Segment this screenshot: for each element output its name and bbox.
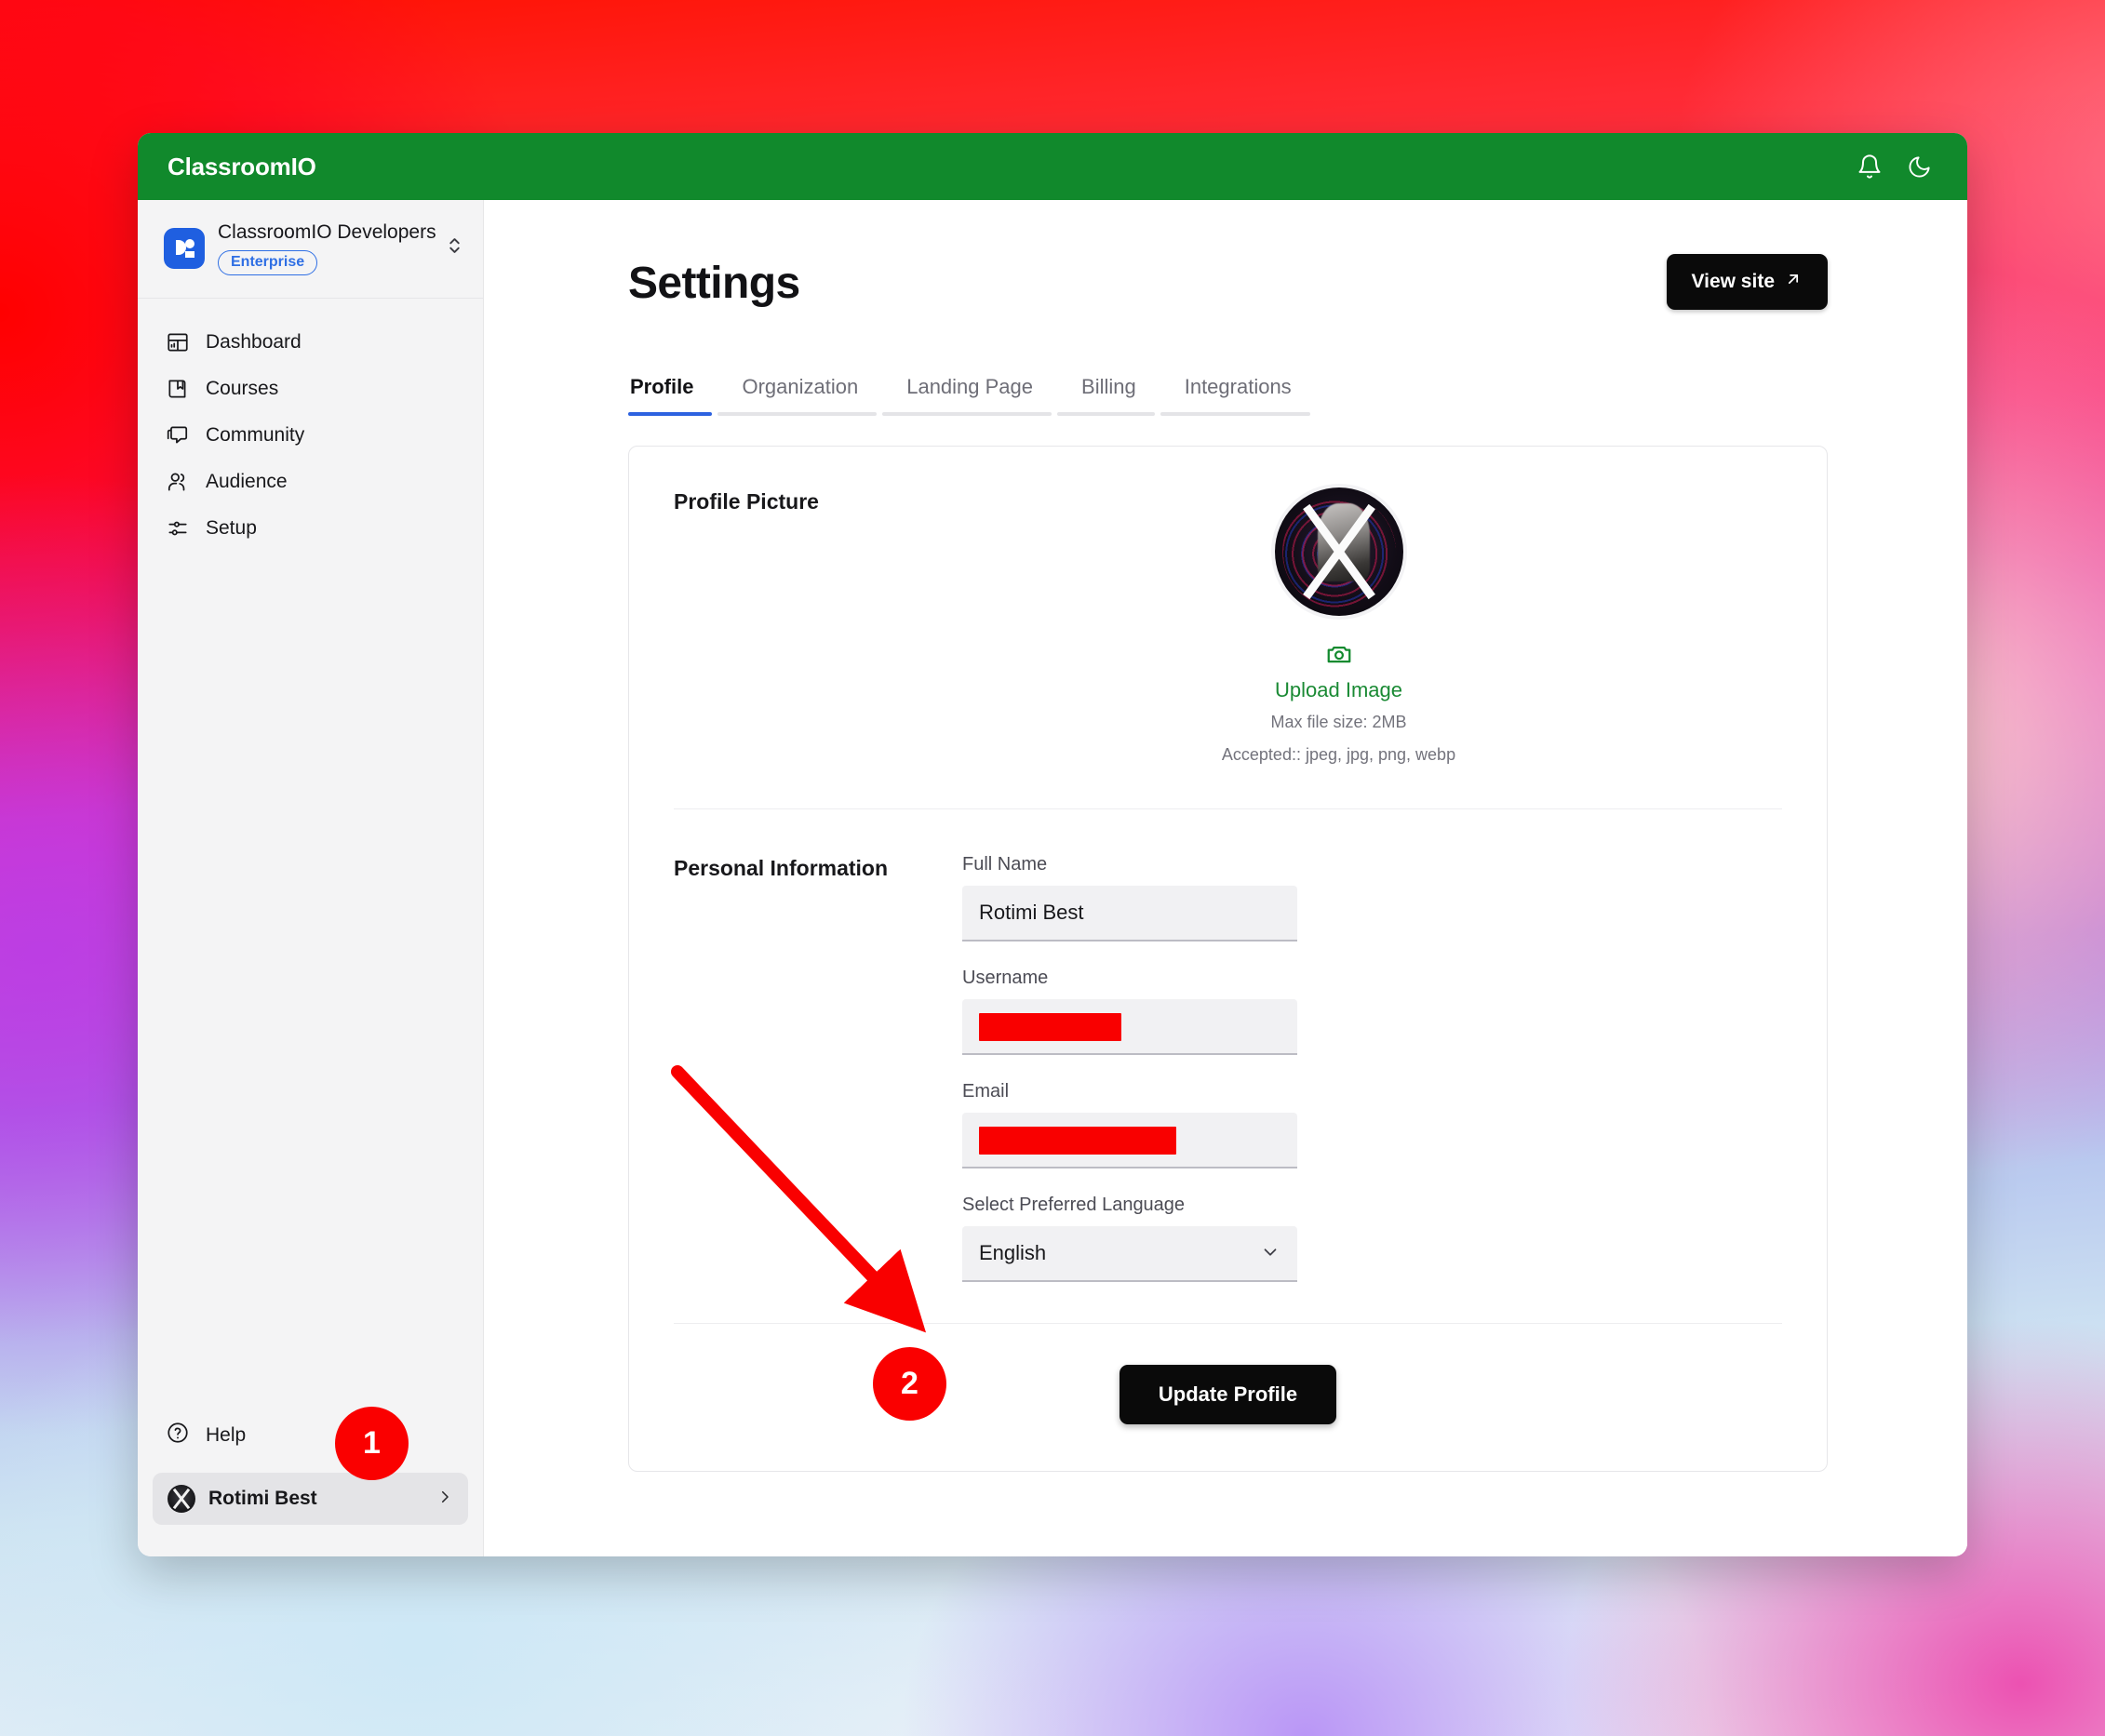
book-icon <box>166 377 190 401</box>
dashboard-icon <box>166 330 190 354</box>
sidebar-nav: Dashboard Courses Community Audience Set… <box>138 299 483 552</box>
sidebar-item-label: Dashboard <box>206 331 302 354</box>
profile-picture-title: Profile Picture <box>674 489 819 514</box>
sidebar-item-label: Audience <box>206 471 288 493</box>
view-site-label: View site <box>1691 271 1776 292</box>
username-label: Username <box>962 968 1049 988</box>
app-window: ClassroomIO ClassroomIO Developers Enter… <box>138 133 1967 1556</box>
settings-tabs: Profile Organization Landing Page Billin… <box>628 375 1828 416</box>
sidebar-item-label: Community <box>206 424 305 447</box>
profile-settings-card: Profile Picture Upload Image Max file si… <box>628 446 1828 1472</box>
username-input-wrap <box>962 999 1297 1055</box>
profile-picture-section: Profile Picture Upload Image Max file si… <box>674 487 1782 808</box>
username-field-group: Username <box>962 968 1297 1055</box>
classroomio-org-logo-icon <box>164 227 205 269</box>
tab-underline <box>882 412 1052 416</box>
question-circle-icon <box>166 1421 190 1450</box>
update-profile-button[interactable]: Update Profile <box>1119 1365 1337 1424</box>
sidebar-footer: Help Rotimi Best <box>138 1409 483 1556</box>
sidebar-item-audience[interactable]: Audience <box>153 459 468 505</box>
page-header: Settings View site <box>628 254 1828 310</box>
tab-label: Landing Page <box>906 375 1034 398</box>
org-name: ClassroomIO Developers <box>218 221 436 243</box>
sidebar-item-label: Setup <box>206 517 257 540</box>
sidebar-item-dashboard[interactable]: Dashboard <box>153 319 468 366</box>
tab-organization[interactable]: Organization <box>717 375 882 416</box>
org-plan-badge: Enterprise <box>218 250 318 276</box>
header-actions <box>1857 154 1932 180</box>
full-name-label: Full Name <box>962 854 1048 875</box>
x-avatar-icon <box>168 1485 195 1513</box>
sidebar: ClassroomIO Developers Enterprise Dashbo… <box>138 200 484 1556</box>
sidebar-item-community[interactable]: Community <box>153 412 468 459</box>
email-redaction-overlay <box>979 1127 1176 1155</box>
email-input-wrap <box>962 1113 1297 1168</box>
camera-icon[interactable] <box>1325 647 1353 672</box>
tab-landing-page[interactable]: Landing Page <box>882 375 1057 416</box>
chevron-up-down-icon[interactable] <box>447 234 463 262</box>
max-file-size-hint: Max file size: 2MB <box>1270 713 1407 731</box>
x-profile-avatar-icon <box>1274 487 1403 616</box>
chevron-right-icon <box>436 1489 453 1510</box>
preferred-language-label: Select Preferred Language <box>962 1195 1186 1215</box>
username-redaction-overlay <box>979 1013 1121 1041</box>
personal-information-title: Personal Information <box>674 856 889 880</box>
app-brand-title: ClassroomIO <box>168 152 316 180</box>
tab-underline <box>717 412 878 416</box>
users-icon <box>166 470 190 494</box>
sliders-icon <box>166 516 190 541</box>
upload-image-button[interactable]: Upload Image <box>1222 678 1455 702</box>
personal-information-form: Full Name Username <box>962 854 1297 1282</box>
full-name-field-group: Full Name <box>962 854 1297 941</box>
app-body: ClassroomIO Developers Enterprise Dashbo… <box>138 200 1967 1556</box>
tab-billing[interactable]: Billing <box>1057 375 1160 416</box>
sidebar-item-courses[interactable]: Courses <box>153 366 468 412</box>
tab-label: Profile <box>630 375 694 398</box>
accepted-formats-hint: Accepted:: jpeg, jpg, png, webp <box>1221 745 1456 764</box>
tab-label: Organization <box>742 375 859 398</box>
tab-profile[interactable]: Profile <box>628 375 717 416</box>
page-title: Settings <box>628 259 800 308</box>
profile-picture-body: Upload Image Max file size: 2MB Accepted… <box>962 487 1782 768</box>
org-switcher[interactable]: ClassroomIO Developers Enterprise <box>138 200 483 300</box>
sidebar-item-help[interactable]: Help <box>153 1409 468 1462</box>
email-field-group: Email <box>962 1081 1297 1168</box>
tab-underline <box>1057 412 1155 416</box>
full-name-input[interactable] <box>962 886 1297 941</box>
preferred-language-select-wrap <box>962 1226 1297 1282</box>
org-info: ClassroomIO Developers Enterprise <box>218 220 436 276</box>
upload-block: Upload Image Max file size: 2MB Accepted… <box>1222 640 1455 768</box>
preferred-language-field-group: Select Preferred Language <box>962 1195 1297 1282</box>
tab-underline <box>1160 412 1310 416</box>
tab-integrations[interactable]: Integrations <box>1160 375 1316 416</box>
sidebar-help-label: Help <box>206 1424 247 1446</box>
card-footer: Update Profile <box>674 1323 1782 1471</box>
tab-underline <box>628 412 713 416</box>
sidebar-item-label: Courses <box>206 378 279 400</box>
tab-label: Billing <box>1081 375 1136 398</box>
main-content: Settings View site Profile Organization … <box>484 200 1967 1556</box>
personal-information-section: Personal Information Full Name Username <box>674 808 1782 1323</box>
arrow-up-right-icon <box>1784 270 1803 294</box>
bell-icon[interactable] <box>1857 154 1883 180</box>
email-label: Email <box>962 1081 1010 1102</box>
chat-icon <box>166 423 190 447</box>
personal-information-body: Full Name Username <box>962 854 1782 1282</box>
app-header: ClassroomIO <box>138 133 1967 200</box>
tab-label: Integrations <box>1184 375 1292 398</box>
preferred-language-select[interactable] <box>962 1226 1297 1282</box>
view-site-button[interactable]: View site <box>1666 254 1828 310</box>
sidebar-user-menu[interactable]: Rotimi Best <box>153 1473 468 1525</box>
sidebar-user-name: Rotimi Best <box>208 1488 317 1509</box>
sidebar-item-setup[interactable]: Setup <box>153 505 468 552</box>
moon-icon[interactable] <box>1907 154 1932 180</box>
